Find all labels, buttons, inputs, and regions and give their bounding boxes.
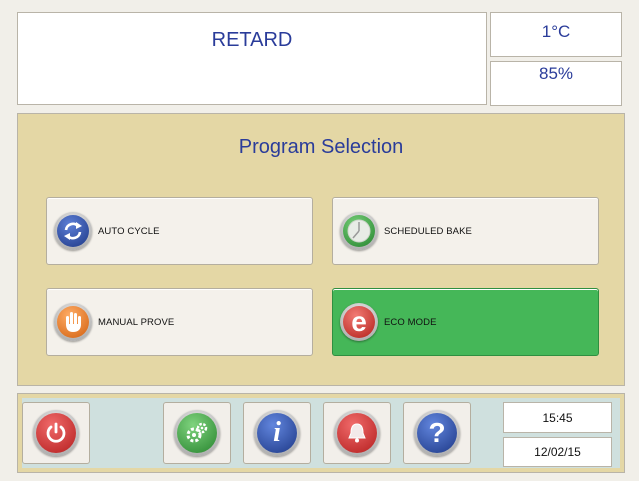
program-selection-panel: Program Selection AUTO CYCLE SCHEDULED B… [17, 113, 625, 386]
time-display: 15:45 [503, 402, 612, 433]
humidity-display: 85% [490, 61, 622, 106]
date-display: 12/02/15 [503, 437, 612, 467]
help-button[interactable]: ? [403, 402, 471, 464]
temperature-display: 1°C [490, 12, 622, 57]
bottom-toolbar: i ? 15:45 12/02/15 [17, 393, 625, 473]
settings-button[interactable] [163, 402, 231, 464]
auto-cycle-label: AUTO CYCLE [98, 225, 160, 237]
humidity-value: 85% [538, 64, 574, 83]
clock-icon [340, 212, 378, 250]
panel-title: Program Selection [238, 136, 404, 158]
eco-mode-label: ECO MODE [384, 316, 437, 328]
date-value: 12/02/15 [534, 445, 581, 459]
hand-icon [54, 303, 92, 341]
question-icon: ? [414, 410, 460, 456]
eco-mode-button[interactable]: e ECO MODE [332, 288, 599, 356]
info-button[interactable]: i [243, 402, 311, 464]
auto-cycle-button[interactable]: AUTO CYCLE [46, 197, 313, 265]
refresh-arrows-icon [54, 212, 92, 250]
manual-prove-button[interactable]: MANUAL PROVE [46, 288, 313, 356]
eco-e-icon: e [340, 303, 378, 341]
info-icon: i [254, 410, 300, 456]
time-value: 15:45 [542, 410, 573, 425]
bell-icon [334, 410, 380, 456]
power-button[interactable] [22, 402, 90, 464]
scheduled-bake-label: SCHEDULED BAKE [384, 225, 472, 237]
scheduled-bake-button[interactable]: SCHEDULED BAKE [332, 197, 599, 265]
power-icon [33, 410, 79, 456]
program-status-display: RETARD [17, 12, 487, 105]
alarm-button[interactable] [323, 402, 391, 464]
mode-label: RETARD [211, 29, 293, 51]
manual-prove-label: MANUAL PROVE [98, 316, 175, 328]
temperature-value: 1°C [541, 22, 571, 41]
gears-icon [174, 410, 220, 456]
